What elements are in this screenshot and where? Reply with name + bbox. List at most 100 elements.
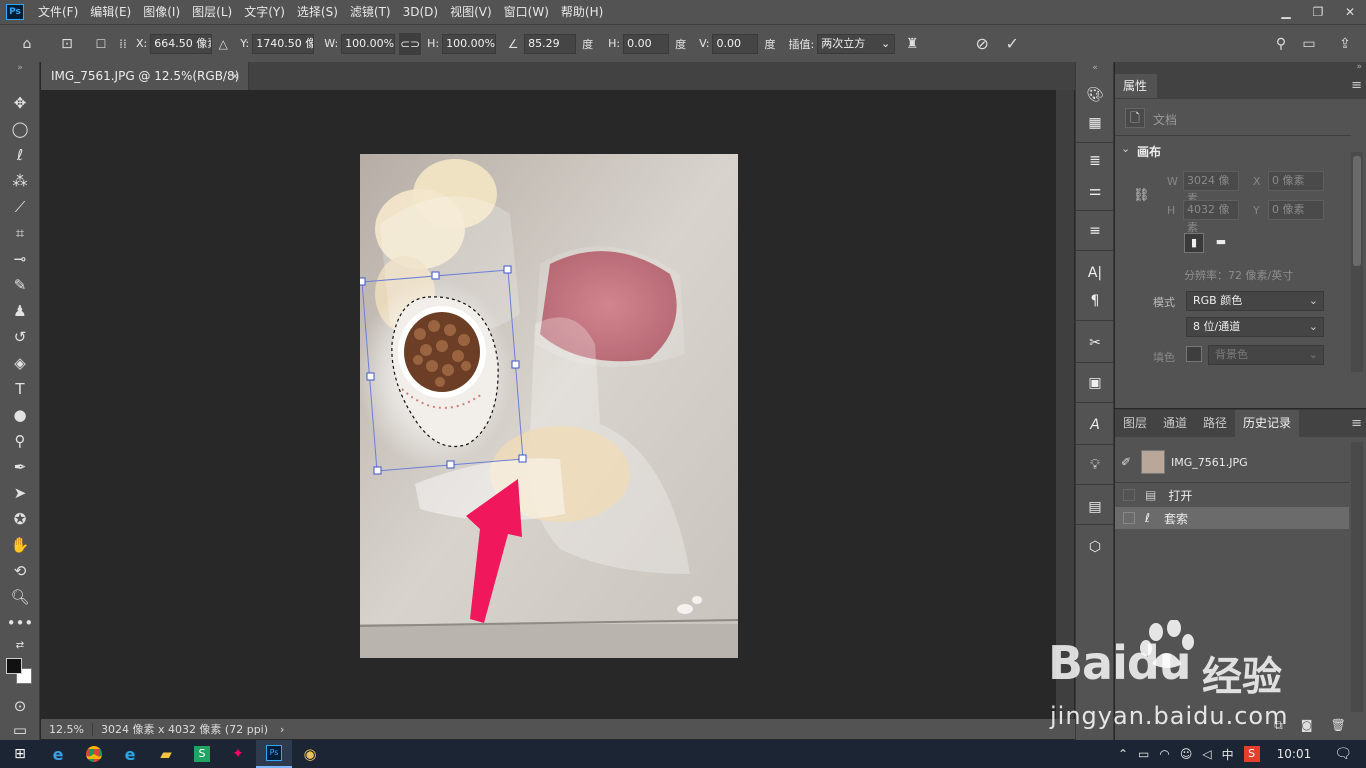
collapse-panels-icon[interactable]: » <box>1115 62 1366 73</box>
trash-icon[interactable]: 🗑︎ <box>1331 718 1346 736</box>
volume-icon[interactable]: ◁ <box>1202 747 1211 761</box>
character-panel-icon[interactable]: A| <box>1082 262 1108 284</box>
sogou-icon[interactable]: S <box>1243 746 1260 762</box>
reference-point-icon[interactable]: ⊡ <box>56 33 78 55</box>
app-icon[interactable]: ✦ <box>220 740 256 768</box>
adjustments-icon[interactable]: ⚌ <box>1082 180 1108 202</box>
menu-window[interactable]: 窗口(W) <box>498 0 555 24</box>
custom-shape-tool-icon[interactable]: ✪ <box>6 507 34 531</box>
swap-colors-icon[interactable]: ⇄ <box>6 638 34 652</box>
crop-tool-icon[interactable]: ⌗ <box>6 221 34 245</box>
zoom-tool-icon[interactable]: 🔍︎ <box>6 585 34 609</box>
photo-image[interactable] <box>360 154 738 658</box>
h-skew-input[interactable]: 0.00 <box>623 33 670 54</box>
mode-select[interactable]: RGB 颜色 ⌄ <box>1186 291 1324 311</box>
status-menu-arrow[interactable]: › <box>276 723 288 736</box>
navigator-panel-icon[interactable]: ▣ <box>1082 372 1108 394</box>
chrome-icon[interactable] <box>76 740 112 768</box>
glyphs-panel-icon[interactable]: A <box>1082 414 1108 436</box>
paint-bucket-tool-icon[interactable]: ◈ <box>6 351 34 375</box>
link-icon[interactable]: ⊂⊃ <box>399 32 422 55</box>
rotate-view-tool-icon[interactable]: ⟲ <box>6 559 34 583</box>
interpolation-select[interactable]: 两次立方 ⌄ <box>817 33 896 54</box>
reference-point-checkbox[interactable]: ☐ <box>90 33 112 55</box>
height-scale-input[interactable]: 100.00% <box>442 33 497 54</box>
learn-panel-icon[interactable]: 💡︎ <box>1082 454 1108 476</box>
cancel-transform-icon[interactable]: ⊘ <box>971 33 993 55</box>
history-step-selected[interactable]: ℓ 套索 <box>1115 507 1349 529</box>
history-step[interactable]: ▤ 打开 <box>1115 484 1349 506</box>
link-dimensions-icon[interactable]: ⛓ <box>1133 188 1150 203</box>
ime-indicator[interactable]: 中 <box>1222 746 1234 763</box>
relative-position-icon[interactable]: △ <box>212 33 234 55</box>
stamp-tool-icon[interactable]: ♟ <box>6 299 34 323</box>
canvas-width-input[interactable]: 3024 像素 <box>1183 171 1239 205</box>
home-icon[interactable]: ⌂ <box>16 33 38 55</box>
quick-mask-icon[interactable]: ⊙ <box>6 694 34 718</box>
notifications-icon[interactable]: 🗨︎ <box>1334 746 1352 762</box>
hand-tool-icon[interactable]: ✋ <box>6 533 34 557</box>
type-tool-icon[interactable]: T <box>6 377 34 401</box>
camera-icon[interactable]: ◙ <box>1301 718 1313 736</box>
new-document-icon[interactable]: ⧉ <box>1274 718 1283 736</box>
media-player-icon[interactable]: ◉ <box>292 740 328 768</box>
edge-icon[interactable]: e <box>112 740 148 768</box>
move-tool-icon[interactable]: ✥ <box>6 91 34 115</box>
menu-select[interactable]: 选择(S) <box>291 0 344 24</box>
tab-layers[interactable]: 图层 <box>1115 410 1156 437</box>
history-scrollbar[interactable] <box>1351 442 1363 712</box>
more-tools-icon[interactable]: ••• <box>6 611 34 635</box>
history-snapshot[interactable]: ✐ IMG_7561.JPG <box>1115 448 1349 476</box>
landscape-orientation-icon[interactable]: ▬ <box>1211 233 1231 253</box>
fill-select[interactable]: 背景色 ⌄ <box>1208 345 1324 365</box>
menu-type[interactable]: 文字(Y) <box>238 0 291 24</box>
menu-image[interactable]: 图像(I) <box>137 0 186 24</box>
y-position-input[interactable]: 1740.50 像 <box>252 33 315 54</box>
pen-tool-icon[interactable]: ✒ <box>6 455 34 479</box>
3d-panel-icon[interactable]: ⬡ <box>1082 536 1108 558</box>
menu-layer[interactable]: 图层(L) <box>186 0 238 24</box>
photoshop-taskbar-icon[interactable]: Ps <box>256 740 292 768</box>
path-selection-tool-icon[interactable]: ➤ <box>6 481 34 505</box>
chevron-down-icon[interactable]: ⌄ <box>1121 142 1130 155</box>
warp-mode-icon[interactable]: ♜ <box>901 33 923 55</box>
close-window-button[interactable]: ✕ <box>1334 0 1366 24</box>
tab-paths[interactable]: 路径 <box>1195 410 1236 437</box>
v-skew-input[interactable]: 0.00 <box>712 33 759 54</box>
tool-presets-icon[interactable]: ✂ <box>1082 332 1108 354</box>
healing-brush-tool-icon[interactable]: ⊸ <box>6 247 34 271</box>
battery-icon[interactable]: ▭ <box>1138 747 1149 761</box>
brush-settings-icon[interactable]: ≣ <box>1082 150 1108 172</box>
blur-tool-icon[interactable]: ● <box>6 403 34 427</box>
canvas-x-input[interactable]: 0 像素 <box>1268 171 1324 191</box>
paragraph-panel-icon[interactable]: ¶ <box>1082 290 1108 312</box>
history-brush-tool-icon[interactable]: ↺ <box>6 325 34 349</box>
eyedropper-tool-icon[interactable]: ⟋ <box>6 195 34 219</box>
clock[interactable]: 10:01 <box>1277 747 1312 761</box>
collapse-dock-icon[interactable]: « <box>1082 63 1108 73</box>
share-icon[interactable]: ⇪ <box>1334 33 1356 55</box>
canvas-scrollbar[interactable] <box>1056 90 1074 719</box>
search-icon[interactable]: ⚲ <box>1270 33 1292 55</box>
swatches-panel-icon[interactable]: ▦ <box>1082 112 1108 134</box>
magic-wand-tool-icon[interactable]: ⁂ <box>6 169 34 193</box>
bit-depth-select[interactable]: 8 位/通道 ⌄ <box>1186 317 1324 337</box>
collapse-tools-icon[interactable]: » <box>6 63 34 73</box>
canvas-y-input[interactable]: 0 像素 <box>1268 200 1324 220</box>
screen-mode-icon[interactable]: ▭ <box>6 718 34 742</box>
brush-tool-icon[interactable]: ✎ <box>6 273 34 297</box>
history-brush-source-icon[interactable]: ✐ <box>1121 455 1137 469</box>
x-position-input[interactable]: 664.50 像素 <box>150 33 213 54</box>
canvas-height-input[interactable]: 4032 像素 <box>1183 200 1239 234</box>
qq-icon[interactable]: ☺ <box>1180 747 1193 761</box>
menu-edit[interactable]: 编辑(E) <box>84 0 137 24</box>
dodge-tool-icon[interactable]: ⚲ <box>6 429 34 453</box>
tab-channels[interactable]: 通道 <box>1155 410 1196 437</box>
properties-tab[interactable]: 属性 <box>1115 74 1157 98</box>
chevron-up-icon[interactable]: ⌃ <box>1118 747 1128 761</box>
panel-menu-icon[interactable]: ≡ <box>1351 416 1362 431</box>
document-tab[interactable]: IMG_7561.JPG @ 12.5%(RGB/8) * × <box>41 62 249 111</box>
fill-color-swatch[interactable] <box>1186 346 1202 362</box>
width-scale-input[interactable]: 100.00% <box>341 33 396 54</box>
minimize-button[interactable]: ▁ <box>1270 0 1302 24</box>
